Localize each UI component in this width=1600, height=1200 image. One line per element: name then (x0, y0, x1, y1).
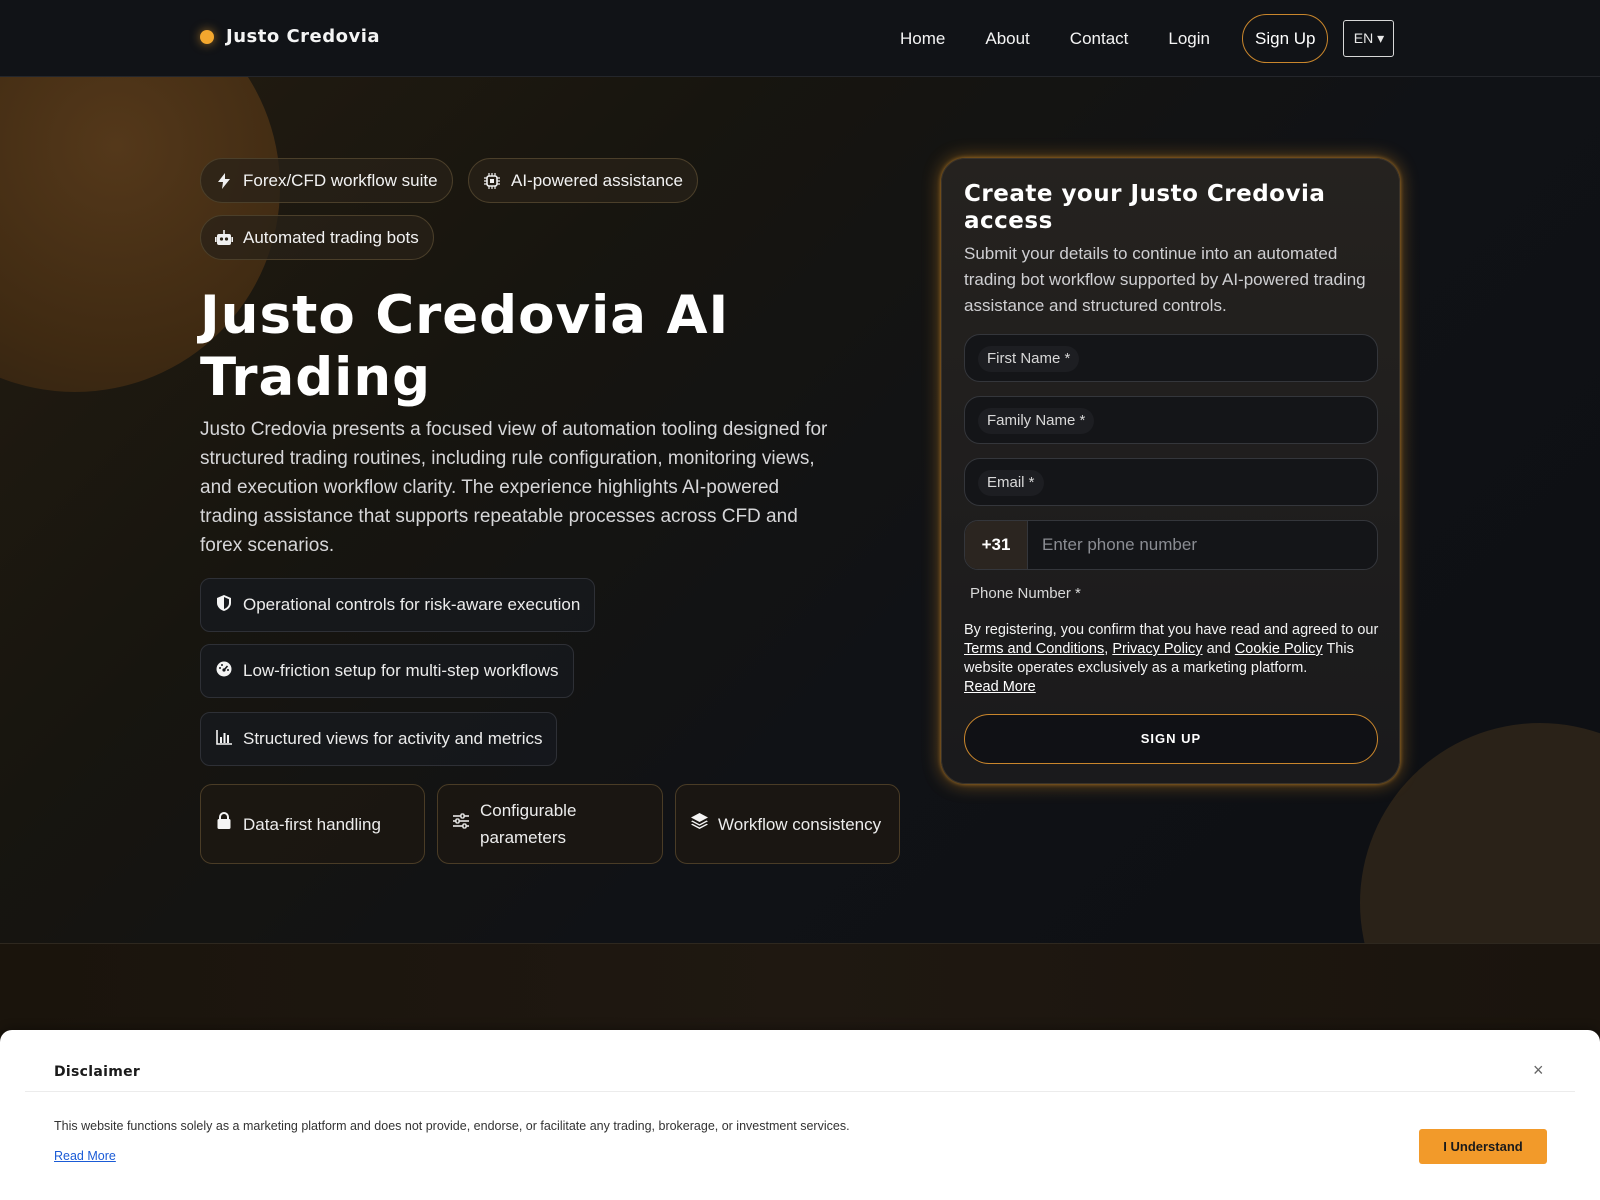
understand-button[interactable]: I Understand (1419, 1129, 1547, 1164)
divider (25, 1091, 1575, 1092)
nav-about[interactable]: About (965, 14, 1049, 63)
first-name-field[interactable]: First Name * (964, 334, 1378, 382)
country-code-selector[interactable]: +31 (965, 521, 1028, 569)
registration-form: Create your Justo Credovia access Submit… (941, 158, 1400, 784)
brand-logo[interactable]: Justo Credovia (200, 26, 380, 47)
hero-section: Forex/CFD workflow suite AI-powered assi… (0, 77, 1600, 943)
family-name-label: Family Name * (978, 408, 1095, 434)
chip-icon (483, 172, 501, 190)
card-workflow-consistency: Workflow consistency (675, 784, 900, 864)
card-label: Workflow consistency (718, 814, 882, 834)
form-subtitle: Submit your details to continue into an … (964, 244, 1366, 315)
disclaimer-text: This website functions solely as a marke… (54, 1119, 850, 1133)
nav-login[interactable]: Login (1148, 14, 1230, 63)
consent-prefix: By registering, you confirm that you hav… (964, 622, 1379, 638)
form-title: Create your Justo Credovia access (964, 181, 1326, 234)
close-icon[interactable]: × (1533, 1060, 1544, 1081)
phone-input[interactable] (1028, 521, 1377, 569)
disclaimer-banner: Disclaimer × This website functions sole… (0, 1030, 1600, 1200)
terms-link[interactable]: Terms and Conditions (964, 641, 1104, 657)
feature-label: Operational controls for risk-aware exec… (243, 595, 581, 614)
card-label: Configurable parameters (480, 801, 577, 847)
language-selector[interactable]: EN ▾ (1343, 20, 1395, 57)
main-nav: Home About Contact Login Sign Up EN ▾ (880, 14, 1395, 63)
lock-icon (215, 811, 233, 838)
disclaimer-read-more-link[interactable]: Read More (54, 1149, 116, 1163)
brand-name: Justo Credovia (226, 26, 381, 47)
robot-icon (215, 229, 233, 247)
hero-title: Justo Credovia AI Trading (200, 285, 730, 408)
nav-signup-button[interactable]: Sign Up (1242, 14, 1329, 63)
feature-label: Low-friction setup for multi-step workfl… (243, 661, 559, 680)
pill-label: Automated trading bots (243, 227, 419, 247)
consent-and: and (1206, 641, 1231, 657)
feature-risk-controls: Operational controls for risk-aware exec… (200, 578, 596, 632)
sliders-icon (452, 811, 470, 838)
cookie-link[interactable]: Cookie Policy (1235, 641, 1323, 657)
logo-dot-icon (200, 29, 214, 44)
nav-contact[interactable]: Contact (1050, 14, 1149, 63)
pill-forex-cfd: Forex/CFD workflow suite (200, 158, 453, 203)
phone-label: Phone Number * (970, 585, 1081, 602)
shield-icon (215, 595, 233, 615)
pill-label: AI-powered assistance (511, 170, 683, 190)
card-configurable-parameters: Configurable parameters (437, 784, 663, 864)
email-field[interactable]: Email * (964, 458, 1378, 506)
disclaimer-title: Disclaimer (54, 1064, 141, 1080)
card-data-first: Data-first handling (200, 784, 425, 864)
first-name-label: First Name * (978, 346, 1080, 372)
layers-icon (690, 811, 708, 838)
gauge-icon (215, 661, 233, 681)
signup-submit-button[interactable]: SIGN UP (964, 714, 1378, 764)
pill-trading-bots: Automated trading bots (200, 215, 434, 260)
nav-home[interactable]: Home (880, 14, 965, 63)
privacy-link[interactable]: Privacy Policy (1112, 641, 1202, 657)
phone-field-group: +31 (964, 520, 1378, 570)
bar-chart-icon (215, 729, 233, 749)
email-label: Email * (978, 470, 1044, 496)
family-name-field[interactable]: Family Name * (964, 396, 1378, 444)
card-label: Data-first handling (243, 814, 381, 834)
bolt-icon (215, 172, 233, 190)
pill-ai-assistance: AI-powered assistance (468, 158, 698, 203)
form-read-more-link[interactable]: Read More (964, 679, 1036, 695)
feature-low-friction-setup: Low-friction setup for multi-step workfl… (200, 644, 574, 698)
feature-label: Structured views for activity and metric… (243, 729, 543, 748)
consent-text: By registering, you confirm that you hav… (964, 622, 1379, 695)
site-header: Justo Credovia Home About Contact Login … (0, 0, 1600, 77)
feature-structured-views: Structured views for activity and metric… (200, 712, 558, 766)
hero-description: Justo Credovia presents a focused view o… (200, 419, 828, 556)
pill-label: Forex/CFD workflow suite (243, 170, 438, 190)
